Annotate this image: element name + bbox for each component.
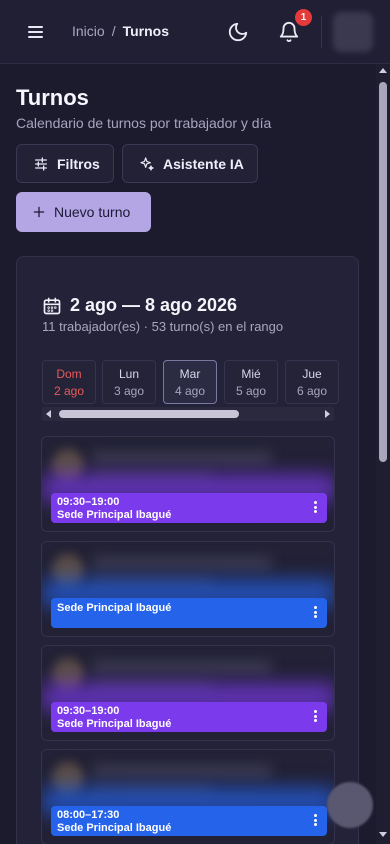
dark-mode-toggle-icon[interactable] — [227, 21, 249, 43]
floating-action-button[interactable] — [327, 782, 373, 828]
scroll-up-arrow-icon[interactable] — [379, 68, 387, 73]
page-scrollbar-thumb[interactable] — [379, 82, 387, 462]
shift-pill[interactable]: 08:00–17:30 Sede Principal Ibagué — [51, 806, 327, 836]
day-tab-tuesday[interactable]: Mar 4 ago — [163, 360, 217, 404]
range-summary: 11 trabajador(es) · 53 turno(s) en el ra… — [42, 319, 284, 334]
plus-icon — [33, 206, 45, 218]
day-tab-date: 4 ago — [174, 384, 206, 398]
day-tab-name: Mié — [241, 367, 261, 381]
day-tab-wednesday[interactable]: Mié 5 ago — [224, 360, 278, 404]
shift-row[interactable]: 09:30–19:00 Sede Principal Ibagué — [41, 645, 335, 741]
day-tab-monday[interactable]: Lun 3 ago — [102, 360, 156, 404]
more-options-icon[interactable] — [314, 501, 317, 513]
hamburger-menu-icon[interactable] — [26, 24, 46, 40]
day-tab-date: 6 ago — [296, 384, 328, 398]
day-tab-name: Jue — [302, 367, 322, 381]
shift-time: 09:30–19:00 — [57, 705, 120, 717]
day-tab-date: 5 ago — [235, 384, 267, 398]
day-tabs-scrollbar-thumb[interactable] — [59, 410, 239, 418]
shift-location: Sede Principal Ibagué — [57, 509, 172, 521]
more-options-icon[interactable] — [314, 710, 317, 722]
day-tab-name: Mar — [179, 367, 201, 381]
date-range-header: 2 ago — 8 ago 2026 — [42, 295, 237, 316]
shift-time: 08:00–17:30 — [57, 809, 120, 821]
shift-location: Sede Principal Ibagué — [57, 602, 172, 614]
day-tab-thursday[interactable]: Jue 6 ago — [285, 360, 339, 404]
shift-pill[interactable]: Sede Principal Ibagué — [51, 598, 327, 628]
scroll-right-arrow-icon[interactable] — [325, 410, 330, 418]
scroll-left-arrow-icon[interactable] — [46, 410, 51, 418]
filters-label: Filtros — [57, 155, 100, 172]
sparkles-icon — [140, 156, 154, 171]
filters-button[interactable]: Filtros — [16, 144, 114, 183]
breadcrumb-home-link[interactable]: Inicio — [72, 23, 105, 39]
day-tab-date: 2 ago — [53, 384, 85, 398]
sliders-icon — [35, 156, 47, 171]
day-tab-date: 3 ago — [113, 384, 145, 398]
more-options-icon[interactable] — [314, 606, 317, 618]
day-tab-sunday[interactable]: Dom 2 ago — [42, 360, 96, 404]
breadcrumb-current: Turnos — [122, 23, 169, 39]
worker-name-redacted — [92, 451, 272, 465]
calendar-card: 2 ago — 8 ago 2026 11 trabajador(es) · 5… — [16, 256, 359, 844]
calendar-icon — [43, 297, 61, 314]
worker-name-redacted — [92, 556, 272, 570]
new-shift-button[interactable]: Nuevo turno — [16, 192, 151, 232]
day-tab-name: Lun — [118, 367, 140, 381]
worker-name-redacted — [92, 764, 272, 778]
shift-location: Sede Principal Ibagué — [57, 822, 172, 834]
shift-row[interactable]: 09:30–19:00 Sede Principal Ibagué — [41, 436, 335, 532]
shift-pill[interactable]: 09:30–19:00 Sede Principal Ibagué — [51, 493, 327, 523]
day-tabs-scrollbar[interactable] — [42, 407, 334, 421]
date-range-title: 2 ago — 8 ago 2026 — [70, 295, 238, 315]
new-shift-label: Nuevo turno — [54, 204, 131, 220]
more-options-icon[interactable] — [314, 814, 317, 826]
scroll-down-arrow-icon[interactable] — [379, 832, 387, 837]
shift-time: 09:30–19:00 — [57, 496, 120, 508]
breadcrumb: Inicio / Turnos — [72, 23, 169, 39]
page-title: Turnos — [16, 85, 89, 110]
top-bar: Inicio / Turnos 1 — [0, 0, 390, 64]
page-subtitle: Calendario de turnos por trabajador y dí… — [16, 115, 272, 131]
ai-assistant-label: Asistente IA — [163, 155, 244, 172]
worker-name-redacted — [92, 660, 272, 674]
shift-location: Sede Principal Ibagué — [57, 718, 172, 730]
shift-row[interactable]: 08:00–17:30 Sede Principal Ibagué — [41, 749, 335, 844]
shift-row[interactable]: Sede Principal Ibagué — [41, 541, 335, 637]
breadcrumb-separator: / — [111, 23, 116, 39]
header-divider — [321, 16, 322, 48]
day-tab-name: Dom — [56, 367, 82, 381]
notification-count-badge: 1 — [295, 9, 312, 26]
ai-assistant-button[interactable]: Asistente IA — [122, 144, 258, 183]
shift-pill[interactable]: 09:30–19:00 Sede Principal Ibagué — [51, 702, 327, 732]
user-avatar[interactable] — [333, 12, 373, 52]
